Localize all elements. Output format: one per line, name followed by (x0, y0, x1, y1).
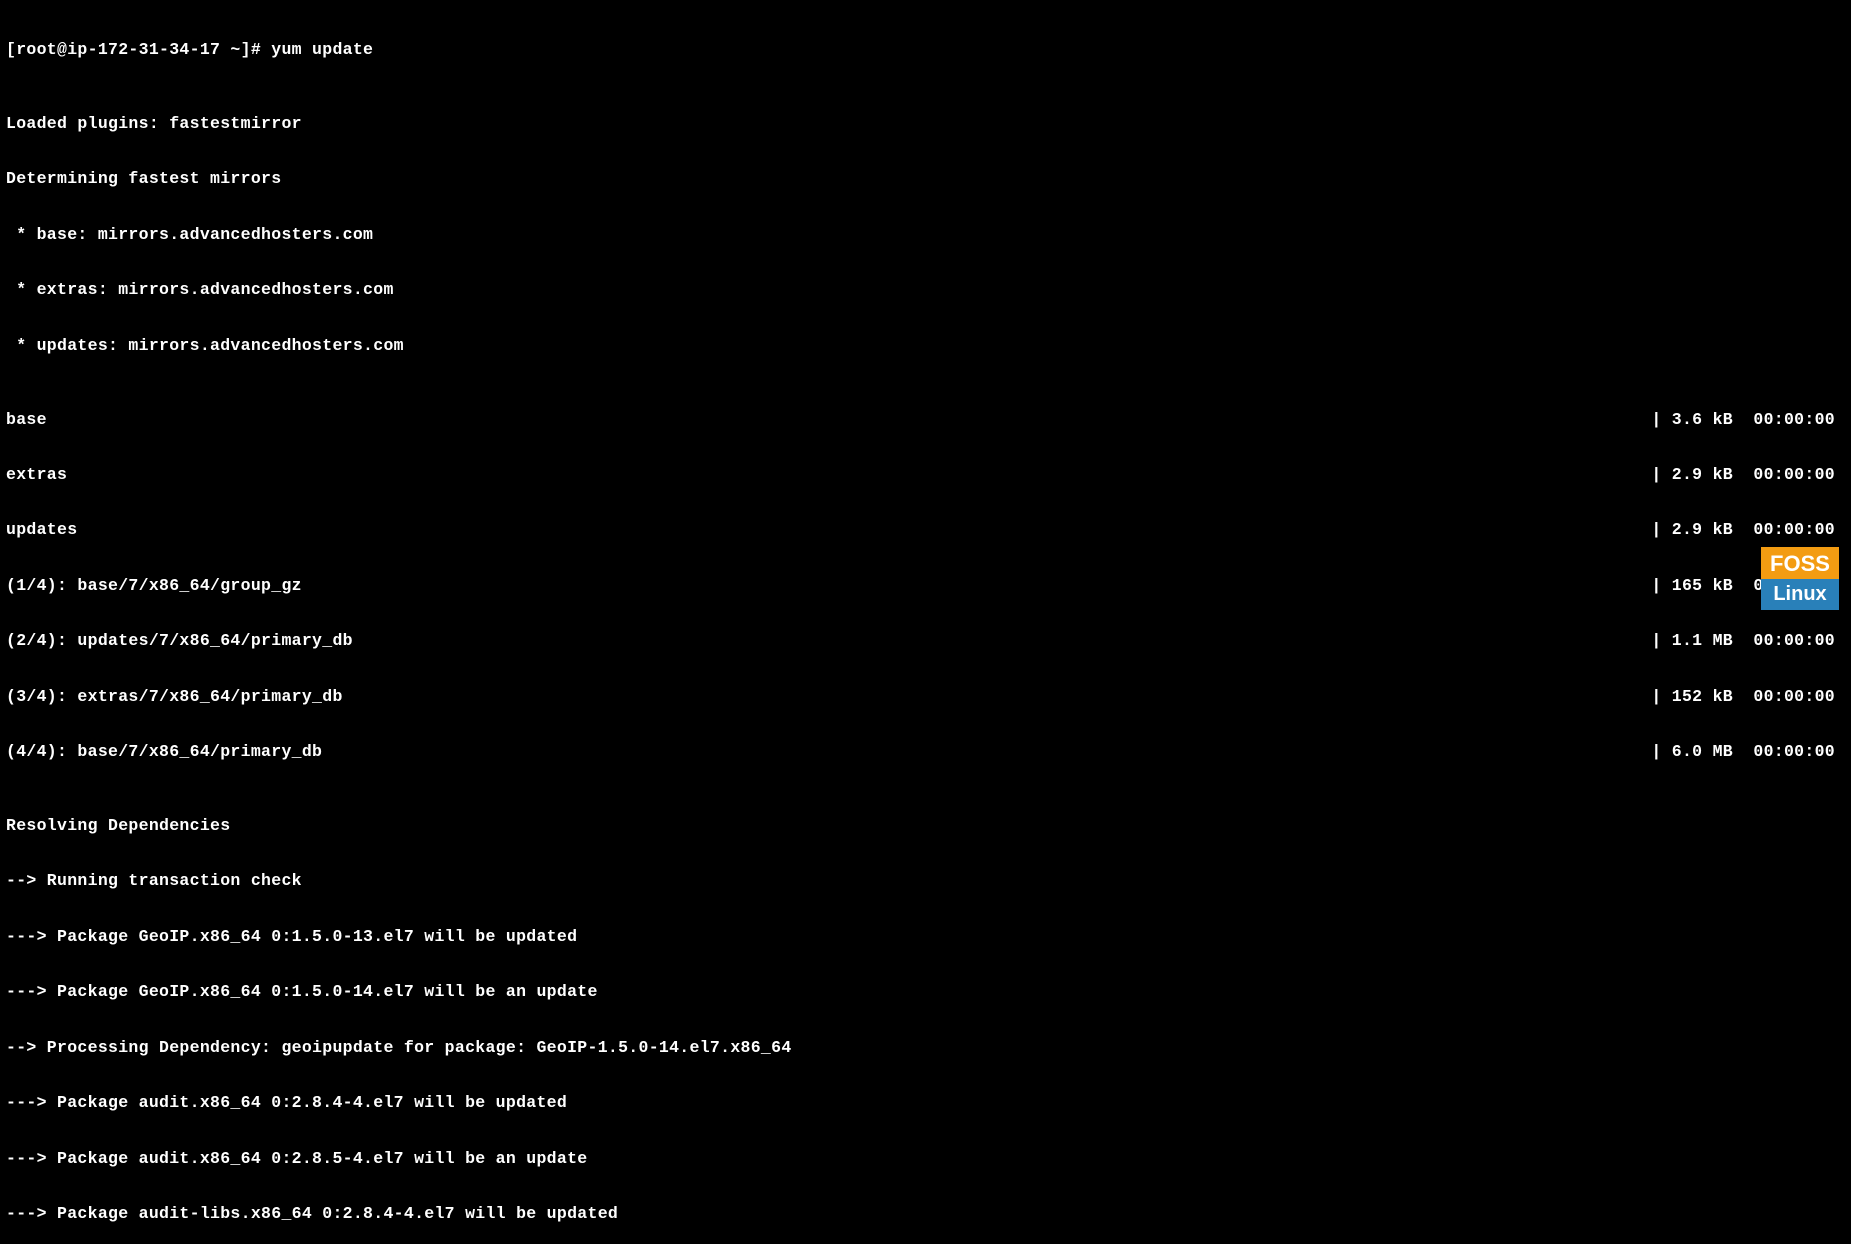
download-name: base (6, 411, 47, 430)
download-row: (1/4): base/7/x86_64/group_gz | 165 kB 0… (6, 577, 1845, 596)
download-size: | 6.0 MB 00:00:00 (1651, 743, 1845, 762)
download-size: | 152 kB 00:00:00 (1651, 688, 1845, 707)
output-line: --> Running transaction check (6, 872, 1845, 891)
download-name: (2/4): updates/7/x86_64/primary_db (6, 632, 353, 651)
output-line: ---> Package audit-libs.x86_64 0:2.8.4-4… (6, 1205, 1845, 1224)
watermark-top: FOSS (1761, 547, 1839, 579)
output-line: ---> Package audit.x86_64 0:2.8.4-4.el7 … (6, 1094, 1845, 1113)
output-line: * updates: mirrors.advancedhosters.com (6, 337, 1845, 356)
download-row: updates | 2.9 kB 00:00:00 (6, 521, 1845, 540)
output-line: Resolving Dependencies (6, 817, 1845, 836)
watermark-logo: FOSS Linux (1761, 547, 1839, 610)
terminal-output: [root@ip-172-31-34-17 ~]# yum update Loa… (6, 4, 1845, 1244)
download-row: base | 3.6 kB 00:00:00 (6, 411, 1845, 430)
output-line: --> Processing Dependency: geoipupdate f… (6, 1039, 1845, 1058)
download-row: extras | 2.9 kB 00:00:00 (6, 466, 1845, 485)
download-name: (1/4): base/7/x86_64/group_gz (6, 577, 302, 596)
output-line: ---> Package GeoIP.x86_64 0:1.5.0-14.el7… (6, 983, 1845, 1002)
watermark-bottom: Linux (1761, 579, 1839, 610)
download-name: extras (6, 466, 67, 485)
output-line: ---> Package audit.x86_64 0:2.8.5-4.el7 … (6, 1150, 1845, 1169)
download-row: (4/4): base/7/x86_64/primary_db | 6.0 MB… (6, 743, 1845, 762)
download-name: (4/4): base/7/x86_64/primary_db (6, 743, 322, 762)
shell-prompt-line: [root@ip-172-31-34-17 ~]# yum update (6, 41, 1845, 60)
download-row: (2/4): updates/7/x86_64/primary_db | 1.1… (6, 632, 1845, 651)
output-line: * extras: mirrors.advancedhosters.com (6, 281, 1845, 300)
download-name: (3/4): extras/7/x86_64/primary_db (6, 688, 343, 707)
download-size: | 2.9 kB 00:00:00 (1651, 521, 1845, 540)
download-row: (3/4): extras/7/x86_64/primary_db | 152 … (6, 688, 1845, 707)
output-line: ---> Package GeoIP.x86_64 0:1.5.0-13.el7… (6, 928, 1845, 947)
output-line: Determining fastest mirrors (6, 170, 1845, 189)
download-size: | 3.6 kB 00:00:00 (1651, 411, 1845, 430)
download-size: | 1.1 MB 00:00:00 (1651, 632, 1845, 651)
output-line: Loaded plugins: fastestmirror (6, 115, 1845, 134)
download-name: updates (6, 521, 77, 540)
output-line: * base: mirrors.advancedhosters.com (6, 226, 1845, 245)
download-size: | 2.9 kB 00:00:00 (1651, 466, 1845, 485)
